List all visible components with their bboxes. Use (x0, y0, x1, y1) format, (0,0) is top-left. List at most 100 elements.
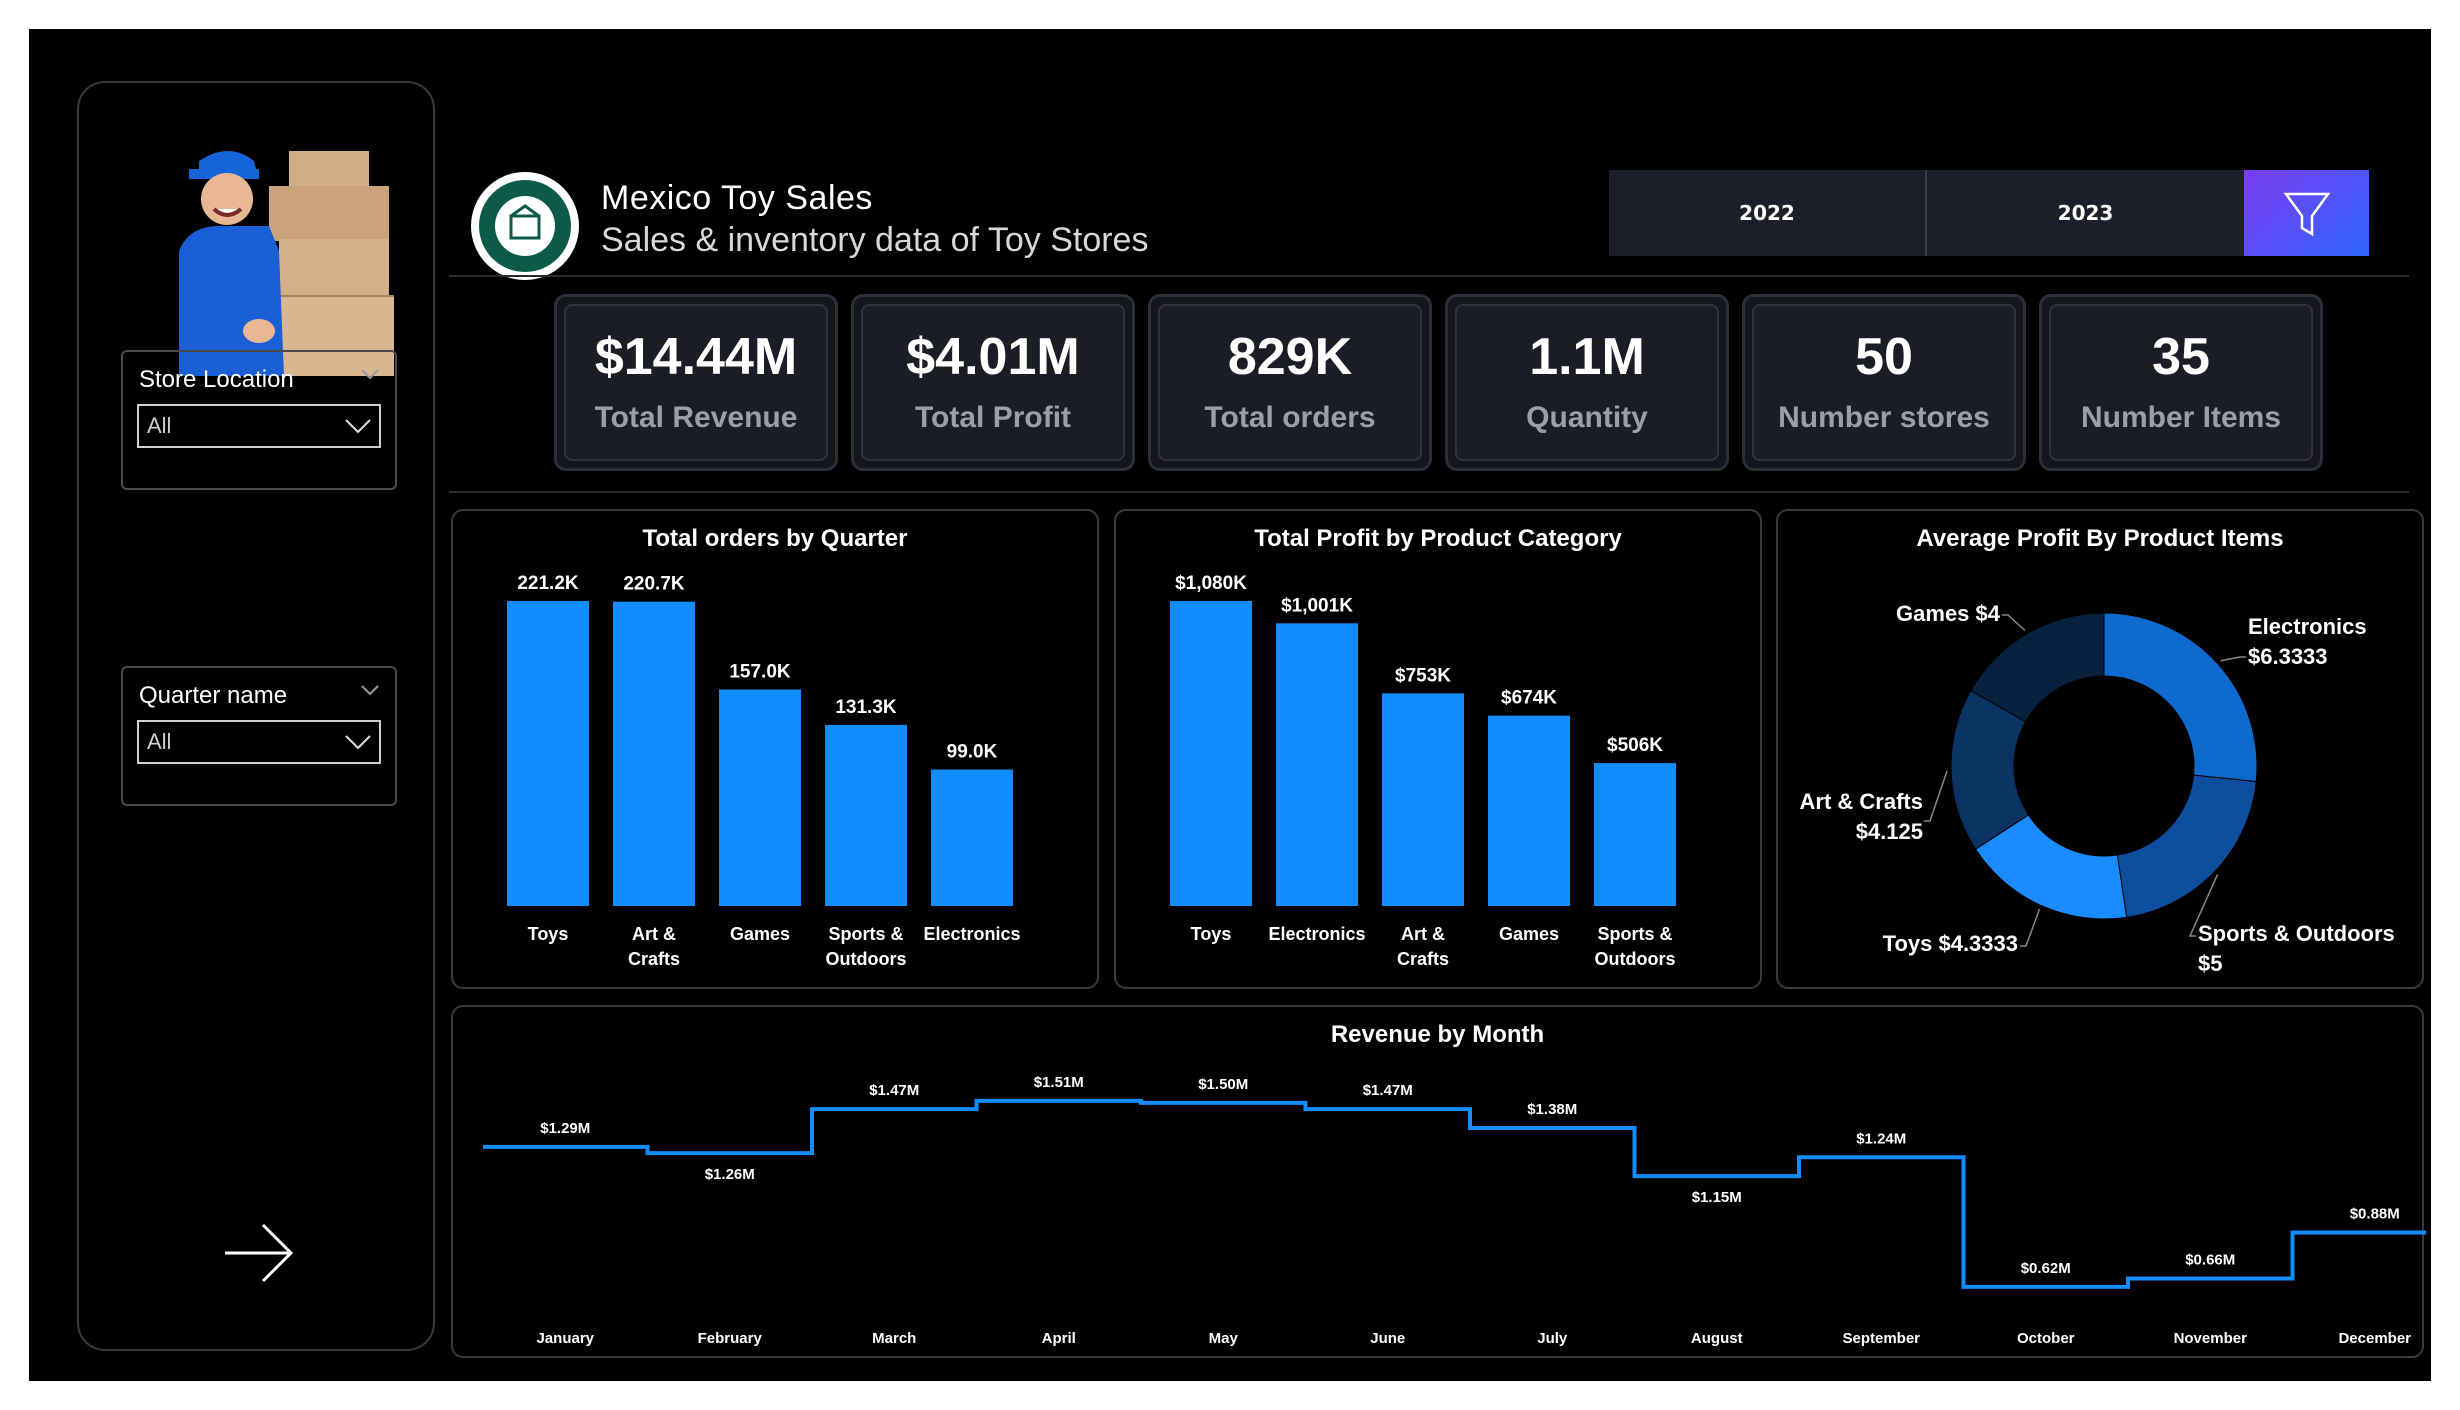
kpi-label: Total Revenue (594, 401, 798, 434)
kpi-label: Total orders (1204, 401, 1376, 434)
slice-label: $4.125 (1856, 819, 1923, 844)
data-label: $1.51M (1034, 1074, 1084, 1091)
kpi-label: Total Profit (914, 401, 1072, 434)
kpi-label: Quantity (1526, 401, 1648, 434)
revenue-by-month-chart: Revenue by Month $1.29M January $1.26M Febr… (451, 1005, 2426, 1358)
chevron-down-icon[interactable] (359, 682, 381, 698)
store-location-slicer[interactable]: Store Location All (121, 350, 397, 490)
category-label: Crafts (1397, 949, 1449, 969)
sidebar: Store Location All Quarter name All (77, 81, 435, 1351)
category-label: Outdoors (1595, 949, 1676, 969)
year-filter: 2022 2023 (1609, 170, 2369, 256)
bar (1488, 715, 1570, 906)
quarter-name-dropdown[interactable]: All (137, 720, 381, 764)
bar (719, 689, 801, 906)
data-label: $1.50M (1198, 1076, 1248, 1093)
data-label: $674K (1501, 688, 1557, 709)
bar (825, 724, 907, 906)
page-subtitle: Sales & inventory data of Toy Stores (601, 221, 1149, 259)
data-label: $0.66M (2185, 1252, 2235, 1269)
bar (931, 769, 1013, 906)
funnel-icon (2283, 192, 2331, 237)
kpi-value: 50 (1855, 328, 1913, 386)
leader-line (2220, 656, 2246, 662)
kpi-card-revenue: $14.44M Total Revenue (554, 294, 838, 471)
year-2023-button[interactable]: 2023 (1927, 170, 2244, 256)
data-label: 220.7K (623, 574, 685, 595)
bar-chart: 221.2K Toys 220.7K Art & Crafts 157.0K Games 13… (507, 573, 1021, 969)
month-label: January (536, 1330, 594, 1347)
data-label: $1.26M (705, 1166, 755, 1183)
month-label: September (1842, 1330, 1920, 1347)
data-label: $0.88M (2350, 1206, 2400, 1223)
data-label: 99.0K (947, 741, 998, 762)
kpi-value: $14.44M (594, 328, 798, 386)
kpi-card-quantity: 1.1M Quantity (1445, 294, 1729, 471)
category-label: Art & (1401, 924, 1445, 944)
store-location-label: Store Location (139, 366, 294, 393)
category-label: Sports & (828, 924, 903, 944)
page-title: Mexico Toy Sales (601, 179, 873, 217)
month-label: February (698, 1330, 763, 1347)
year-2022-button[interactable]: 2022 (1609, 170, 1925, 256)
bar (1170, 601, 1252, 906)
donut-slice (2116, 774, 2257, 918)
month-label: May (1209, 1330, 1239, 1347)
bar (1382, 693, 1464, 906)
toy-store-logo (471, 172, 579, 280)
month-label: June (1370, 1330, 1405, 1347)
bar (507, 601, 589, 906)
month-label: April (1042, 1330, 1076, 1347)
month-label: December (2338, 1330, 2411, 1347)
orders-by-quarter-chart: Total orders by Quarter 221.2K Toys 220.7K… (451, 509, 1099, 989)
month-label: October (2017, 1330, 2075, 1347)
month-label: March (872, 1330, 916, 1347)
donut-slice (2103, 612, 2258, 783)
category-label: Games (730, 924, 790, 944)
kpi-value: 35 (2152, 328, 2210, 386)
data-label: $1,080K (1175, 573, 1247, 594)
data-label: 157.0K (729, 662, 791, 683)
leader-line (2020, 908, 2041, 947)
step-line-chart: $1.29M January $1.26M February $1.47M March $1… (483, 1074, 2426, 1347)
slice-label: Toys $4.3333 (1883, 931, 2018, 956)
store-location-dropdown[interactable]: All (137, 404, 381, 448)
category-label: Sports & (1597, 924, 1672, 944)
data-label: $1.47M (869, 1082, 919, 1099)
slice-label: $5 (2198, 951, 2222, 976)
bar-chart: $1,080K Toys $1,001K Electronics $753K Art & C… (1170, 573, 1676, 969)
category-label: Outdoors (826, 949, 907, 969)
chevron-down-icon[interactable] (359, 366, 381, 382)
category-label: Art & (632, 924, 676, 944)
divider (449, 491, 2409, 493)
data-label: $1.15M (1692, 1189, 1742, 1206)
revenue-line (483, 1098, 2426, 1289)
kpi-value: 1.1M (1529, 328, 1645, 386)
kpi-card-orders: 829K Total orders (1148, 294, 1432, 471)
category-label: Electronics (1268, 924, 1365, 944)
quarter-name-label: Quarter name (139, 682, 288, 709)
kpi-card-stores: 50 Number stores (1742, 294, 2026, 471)
donut-chart: Electronics $6.3333 Sports & Outdoors $5 Toy… (1800, 601, 2395, 976)
data-label: $506K (1607, 735, 1663, 756)
data-label: $1.47M (1363, 1082, 1413, 1099)
quarter-name-slicer[interactable]: Quarter name All (121, 666, 397, 806)
category-label: Toys (528, 924, 569, 944)
dropdown-chevron-icon (345, 419, 371, 434)
data-label: $753K (1395, 665, 1451, 686)
quarter-name-value: All (147, 729, 172, 754)
category-label: Electronics (923, 924, 1020, 944)
data-label: 131.3K (835, 697, 897, 718)
filter-button[interactable] (2244, 170, 2369, 256)
kpi-label: Number Items (2080, 401, 2282, 434)
data-label: $1.24M (1856, 1130, 1906, 1147)
kpi-card-items: 35 Number Items (2039, 294, 2323, 471)
slice-label: $6.3333 (2248, 644, 2328, 669)
bar (1594, 763, 1676, 906)
slice-label: Art & Crafts (1800, 789, 1923, 814)
slice-label: Sports & Outdoors (2198, 921, 2395, 946)
avg-profit-donut-chart: Average Profit By Product Items Electron… (1776, 509, 2424, 989)
dashboard-canvas: Store Location All Quarter name All Mexi… (29, 29, 2431, 1381)
data-label: $0.62M (2021, 1260, 2071, 1277)
arrow-right-icon[interactable] (219, 1223, 299, 1283)
